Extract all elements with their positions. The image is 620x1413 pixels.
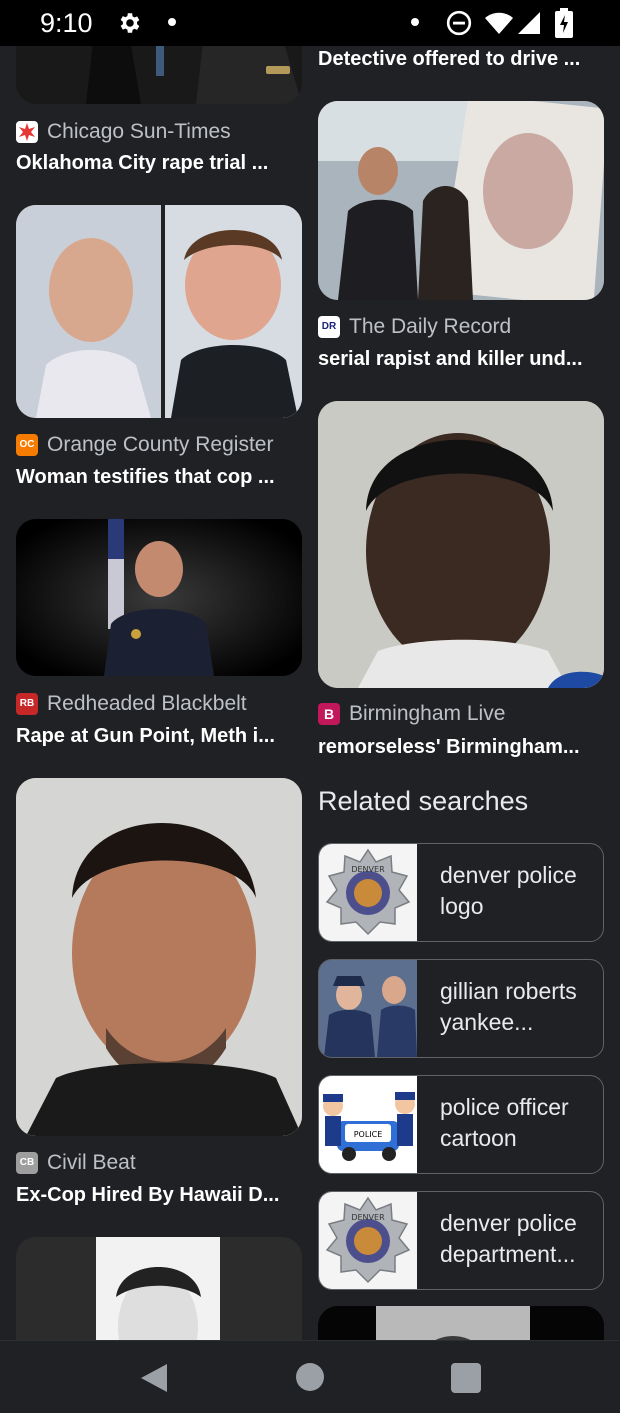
- result-thumbnail[interactable]: [318, 401, 604, 688]
- notification-dot-icon: [168, 18, 176, 26]
- result-headline[interactable]: Ex-Cop Hired By Hawaii D...: [16, 1184, 302, 1207]
- source-name: Chicago Sun-Times: [47, 120, 231, 143]
- related-search-label: gillian roberts yankee...: [440, 978, 577, 1035]
- result-headline[interactable]: Detective offered to drive ...: [318, 48, 602, 71]
- system-nav-bar: [0, 1340, 620, 1413]
- result-thumbnail[interactable]: [318, 101, 604, 300]
- do-not-disturb-icon: [446, 10, 472, 41]
- redheaded-blackbelt-favicon-icon: RB: [16, 693, 38, 715]
- result-source: Chicago Sun-Times: [16, 120, 231, 144]
- wifi-icon: [484, 10, 514, 41]
- result-thumbnail[interactable]: [16, 1237, 302, 1340]
- related-search-chip[interactable]: POLICE police officer cartoon: [318, 1075, 604, 1174]
- source-name: The Daily Record: [349, 315, 512, 338]
- result-headline[interactable]: Woman testifies that cop ...: [16, 466, 302, 489]
- source-name: Birmingham Live: [349, 702, 506, 725]
- related-search-label: police officer cartoon: [440, 1094, 569, 1151]
- police-badge-thumbnail: DENVER: [319, 1192, 417, 1289]
- daily-record-favicon-icon: DR: [318, 316, 340, 338]
- result-headline[interactable]: serial rapist and killer und...: [318, 348, 602, 371]
- chicago-sun-times-favicon-icon: [16, 121, 38, 143]
- police-cartoon-thumbnail: POLICE: [319, 1076, 417, 1173]
- birmingham-live-favicon-icon: B: [318, 703, 340, 725]
- image-results-feed[interactable]: Chicago Sun-Times Oklahoma City rape tri…: [0, 46, 620, 1340]
- cell-signal-icon: [516, 10, 542, 41]
- home-icon[interactable]: [296, 1363, 324, 1391]
- settings-gear-icon: [116, 10, 142, 41]
- car-label-text: POLICE: [354, 1130, 383, 1139]
- civil-beat-favicon-icon: CB: [16, 1152, 38, 1174]
- related-searches-heading: Related searches: [318, 786, 529, 816]
- related-search-label: denver police logo: [440, 862, 577, 919]
- result-source: RB Redheaded Blackbelt: [16, 692, 247, 716]
- result-source: CB Civil Beat: [16, 1151, 136, 1175]
- status-bar: 9:10: [0, 0, 620, 46]
- result-headline[interactable]: Oklahoma City rape trial ...: [16, 152, 302, 175]
- result-source: OC Orange County Register: [16, 433, 273, 457]
- police-badge-thumbnail: DENVER: [319, 844, 417, 941]
- source-name: Orange County Register: [47, 433, 274, 456]
- result-thumbnail[interactable]: [16, 46, 302, 104]
- result-thumbnail[interactable]: [16, 519, 302, 676]
- result-thumbnail[interactable]: [16, 205, 302, 418]
- result-thumbnail[interactable]: [318, 1306, 604, 1340]
- result-source: B Birmingham Live: [318, 702, 505, 726]
- related-search-chip[interactable]: DENVER denver police department...: [318, 1191, 604, 1290]
- back-icon[interactable]: [139, 1362, 169, 1399]
- related-search-chip[interactable]: DENVER denver police logo: [318, 843, 604, 942]
- recent-apps-icon[interactable]: [451, 1363, 481, 1393]
- result-headline[interactable]: Rape at Gun Point, Meth i...: [16, 725, 302, 748]
- related-search-chip[interactable]: gillian roberts yankee...: [318, 959, 604, 1058]
- denver-badge-text: DENVER: [351, 865, 385, 874]
- result-headline[interactable]: remorseless' Birmingham...: [318, 736, 602, 759]
- notification-dot-icon: [411, 18, 419, 26]
- denver-badge-text: DENVER: [351, 1213, 385, 1222]
- result-source: DR The Daily Record: [318, 315, 511, 339]
- clock: 9:10: [40, 8, 93, 38]
- source-name: Redheaded Blackbelt: [47, 692, 247, 715]
- battery-charging-icon: [555, 8, 573, 43]
- source-name: Civil Beat: [47, 1151, 136, 1174]
- result-thumbnail[interactable]: [16, 778, 302, 1136]
- related-search-label: denver police department...: [440, 1210, 577, 1267]
- police-officers-thumbnail: [319, 960, 417, 1057]
- orange-county-register-favicon-icon: OC: [16, 434, 38, 456]
